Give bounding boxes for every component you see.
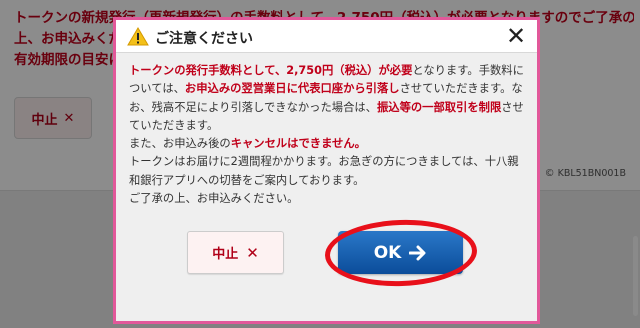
body-text: また、お申込み後の [129,137,231,151]
caution-dialog: ご注意ください ✕ トークンの発行手数料として、2,750円（税込）が必要となり… [113,17,540,324]
delivery-paragraph: トークンはお届けに2週間程かかります。お急ぎの方につきましては、十八親和銀行アプ… [129,155,519,187]
close-button[interactable]: ✕ [503,23,529,49]
fee-amount-text: トークンの発行手数料として、2,750円（税込）が必要 [129,64,413,77]
close-icon: ✕ [505,22,527,50]
warning-triangle-icon [127,27,149,46]
fee-paragraph: トークンの発行手数料として、2,750円（税込）が必要となります。手数料について… [129,62,529,135]
dialog-title: ご注意ください [155,31,253,47]
cancel-button[interactable]: 中止 ✕ [187,231,284,274]
scrollbar[interactable] [633,236,638,316]
no-cancel-text: キャンセルはできません。 [230,137,366,151]
close-icon: ✕ [246,243,259,262]
dialog-header: ご注意ください ✕ [116,20,537,53]
debit-timing-text: お申込みの翌営業日に代表口座から引落し [184,82,400,96]
dialog-body: トークンの発行手数料として、2,750円（税込）が必要となります。手数料について… [129,62,529,208]
confirm-paragraph: ご了承の上、お申込みください。 [129,192,299,206]
cancel-policy-paragraph: また、お申込み後のキャンセルはできません。 [129,135,529,153]
highlight-circle [323,217,479,289]
restriction-text: 振込等の一部取引を制限 [376,100,502,114]
cancel-label: 中止 [212,247,239,262]
